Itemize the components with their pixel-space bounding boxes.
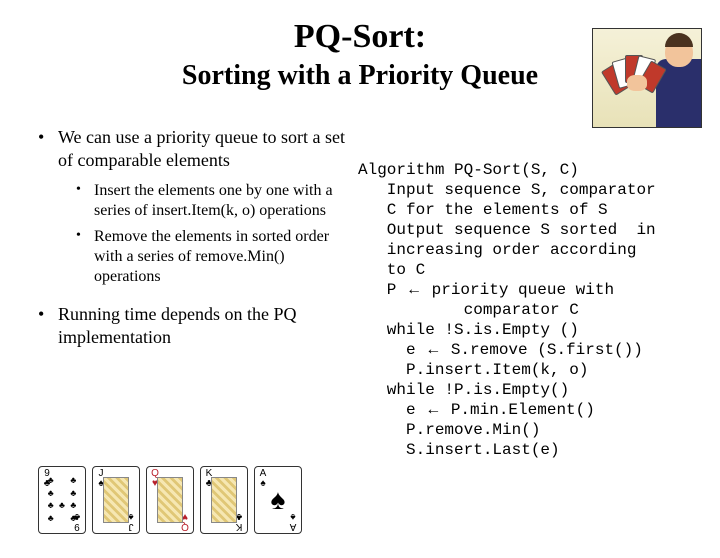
algo-line: Output sequence S sorted in — [358, 221, 656, 239]
bullet-main-1: We can use a priority queue to sort a se… — [38, 126, 350, 287]
algo-line: while !P.is.Empty() — [358, 381, 569, 399]
bullet-text: Running time depends on the PQ implement… — [58, 304, 296, 347]
playing-card: K ♣K ♣ — [200, 466, 248, 534]
code-ref: remove.Min() — [195, 248, 284, 265]
algo-line: Algorithm PQ-Sort(S, C) — [358, 161, 579, 179]
content-area: We can use a priority queue to sort a se… — [0, 126, 720, 460]
algo-line: while !S.is.Empty () — [358, 321, 579, 339]
playing-card: A ♠ A ♠♠ — [254, 466, 302, 534]
algo-line: C for the elements of S — [358, 201, 608, 219]
algo-line: P.insert.Item(k, o) — [358, 361, 588, 379]
algo-line: Input sequence S, comparator — [358, 181, 656, 199]
algo-line: P.remove.Min() — [358, 421, 540, 439]
card-face-art — [103, 477, 129, 523]
playing-card: 9 ♣9 ♣♣♣♣♣♣♣♣♣♣ — [38, 466, 86, 534]
algo-line: increasing order according — [358, 241, 636, 259]
corner-illustration — [592, 28, 702, 128]
card-pip-grid: ♣♣♣♣♣♣♣♣♣ — [45, 475, 79, 525]
assign-arrow-icon: ← — [425, 341, 441, 358]
left-column: We can use a priority queue to sort a se… — [38, 126, 358, 460]
card-corner: A ♠ — [287, 511, 299, 531]
algo-line: comparator C — [358, 301, 579, 319]
bullet-text: We can use a priority queue to sort a se… — [58, 127, 345, 170]
assign-arrow-icon: ← — [425, 401, 441, 418]
person-hand — [627, 75, 647, 91]
text: operations — [94, 268, 161, 285]
bullet-sub-1a: Insert the elements one by one with a se… — [58, 181, 350, 221]
algorithm-block: Algorithm PQ-Sort(S, C) Input sequence S… — [358, 126, 700, 460]
algo-line: P — [358, 281, 406, 299]
text: operations — [255, 202, 326, 219]
algo-line: S.remove (S.first()) — [441, 341, 643, 359]
card-center-pip: ♠ — [271, 484, 286, 516]
playing-card: Q ♥Q ♥ — [146, 466, 194, 534]
algo-line: e — [358, 341, 425, 359]
person-hair — [665, 33, 693, 47]
bullet-main-2: Running time depends on the PQ implement… — [38, 303, 350, 348]
card-face-art — [211, 477, 237, 523]
algo-line: priority queue with — [422, 281, 614, 299]
bullet-sub-1b: Remove the elements in sorted order with… — [58, 227, 350, 287]
algo-line: P.min.Element() — [441, 401, 595, 419]
code-ref: insert.Item(k, o) — [152, 202, 256, 219]
card-corner: A ♠ — [257, 469, 269, 489]
playing-card-row: 9 ♣9 ♣♣♣♣♣♣♣♣♣♣J ♠J ♠Q ♥Q ♥K ♣K ♣ A ♠ A ♠♠ — [38, 466, 302, 534]
assign-arrow-icon: ← — [406, 281, 422, 298]
playing-card: J ♠J ♠ — [92, 466, 140, 534]
algo-line: S.insert.Last(e) — [358, 441, 560, 459]
algo-line: e — [358, 401, 425, 419]
card-face-art — [157, 477, 183, 523]
algo-line: to C — [358, 261, 425, 279]
